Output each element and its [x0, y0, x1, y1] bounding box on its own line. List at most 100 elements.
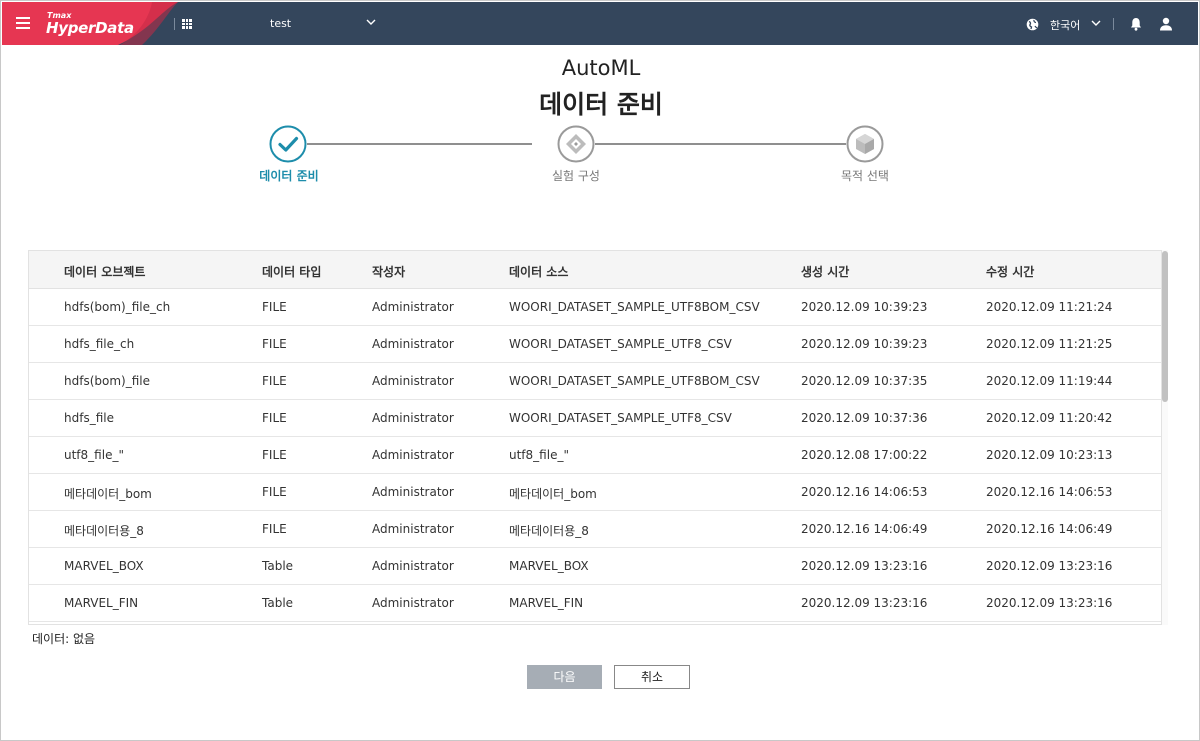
chevron-down-icon[interactable] — [366, 18, 376, 26]
cell-author: Administrator — [372, 374, 454, 388]
cell-type: FILE — [262, 448, 287, 462]
cell-object: hdfs(bom)_file — [64, 374, 150, 388]
cell-source: 메타데이터용_8 — [509, 524, 589, 538]
cancel-button[interactable]: 취소 — [614, 665, 690, 689]
top-navigation-bar: Tmax HyperData test 한국어 — [2, 2, 1198, 45]
cell-created: 2020.12.09 13:23:16 — [801, 559, 928, 573]
project-selector-label[interactable]: test — [270, 17, 291, 30]
bell-icon[interactable] — [1130, 17, 1142, 31]
step-3-label: 목적 선택 — [841, 169, 889, 183]
cell-author: Administrator — [372, 411, 454, 425]
cell-source: WOORI_DATASET_SAMPLE_UTF8BOM_CSV — [509, 374, 760, 388]
table-row[interactable]: 메타데이터용_8 FILE Administrator 메타데이터용_8 202… — [29, 511, 1161, 548]
cell-type: FILE — [262, 522, 287, 536]
table-row[interactable]: 메타데이터_bom FILE Administrator 메타데이터_bom 2… — [29, 474, 1161, 511]
step-connector — [595, 143, 847, 145]
diamond-icon — [557, 125, 595, 163]
cell-object: 메타데이터_bom — [64, 487, 152, 501]
cell-created: 2020.12.09 13:23:16 — [801, 596, 928, 610]
cell-created: 2020.12.09 10:39:23 — [801, 337, 928, 351]
cell-source: WOORI_DATASET_SAMPLE_UTF8_CSV — [509, 337, 732, 351]
step-1-indicator — [269, 125, 307, 163]
cell-source: utf8_file_" — [509, 448, 569, 462]
cell-source: 메타데이터_bom — [509, 487, 597, 501]
cell-source: WOORI_DATASET_SAMPLE_UTF8BOM_CSV — [509, 300, 760, 314]
cell-modified: 2020.12.09 13:23:16 — [986, 596, 1113, 610]
cell-author: Administrator — [372, 300, 454, 314]
data-object-table: 데이터 오브젝트 데이터 타입 작성자 데이터 소스 생성 시간 수정 시간 h… — [28, 250, 1162, 625]
step-2-indicator — [557, 125, 595, 163]
table-body: hdfs(bom)_file_ch FILE Administrator WOO… — [29, 289, 1161, 622]
column-header-created[interactable]: 생성 시간 — [801, 263, 849, 280]
topbar-divider — [1113, 18, 1114, 30]
cell-modified: 2020.12.09 10:23:13 — [986, 448, 1113, 462]
language-selector-label[interactable]: 한국어 — [1050, 17, 1080, 33]
apps-grid-icon[interactable] — [182, 19, 192, 29]
table-header: 데이터 오브젝트 데이터 타입 작성자 데이터 소스 생성 시간 수정 시간 — [29, 251, 1161, 289]
page-title: 데이터 준비 — [539, 90, 663, 119]
cell-object: hdfs(bom)_file_ch — [64, 300, 171, 314]
cube-icon — [846, 125, 884, 163]
cell-type: FILE — [262, 337, 287, 351]
cell-author: Administrator — [372, 337, 454, 351]
table-row[interactable]: hdfs_file FILE Administrator WOORI_DATAS… — [29, 400, 1161, 437]
cell-object: MARVEL_FIN — [64, 596, 139, 610]
chevron-down-icon[interactable] — [1091, 19, 1101, 27]
cell-type: Table — [262, 596, 294, 610]
cell-created: 2020.12.16 14:06:49 — [801, 522, 928, 536]
column-header-source[interactable]: 데이터 소스 — [509, 263, 568, 280]
cell-object: hdfs_file_ch — [64, 337, 135, 351]
cell-created: 2020.12.09 10:39:23 — [801, 300, 928, 314]
table-row[interactable]: hdfs(bom)_file_ch FILE Administrator WOO… — [29, 289, 1161, 326]
hamburger-menu-icon[interactable] — [16, 17, 30, 29]
user-icon[interactable] — [1159, 17, 1173, 31]
app-window: Tmax HyperData test 한국어 AutoML 데이터 준비 데이… — [0, 0, 1200, 741]
brand-area: Tmax HyperData — [2, 2, 178, 45]
column-header-modified[interactable]: 수정 시간 — [986, 263, 1034, 280]
globe-icon[interactable] — [1026, 18, 1039, 31]
cell-object: hdfs_file — [64, 411, 114, 425]
column-header-object[interactable]: 데이터 오브젝트 — [64, 263, 145, 280]
cell-author: Administrator — [372, 596, 454, 610]
cell-modified: 2020.12.16 14:06:49 — [986, 522, 1113, 536]
cell-source: MARVEL_BOX — [509, 559, 589, 573]
table-scrollbar-thumb[interactable] — [1162, 251, 1168, 402]
cell-created: 2020.12.09 10:37:36 — [801, 411, 928, 425]
cell-author: Administrator — [372, 485, 454, 499]
step-2-label: 실험 구성 — [552, 169, 600, 183]
step-3-indicator — [846, 125, 884, 163]
table-row[interactable]: hdfs(bom)_file FILE Administrator WOORI_… — [29, 363, 1161, 400]
logo-product-text[interactable]: HyperData — [46, 19, 134, 37]
cell-author: Administrator — [372, 448, 454, 462]
cell-modified: 2020.12.09 11:19:44 — [986, 374, 1113, 388]
cell-modified: 2020.12.16 14:06:53 — [986, 485, 1113, 499]
check-icon — [269, 125, 307, 163]
cell-type: FILE — [262, 411, 287, 425]
cell-object: 메타데이터용_8 — [64, 524, 144, 538]
cell-modified: 2020.12.09 13:23:16 — [986, 559, 1113, 573]
topbar-divider — [174, 18, 175, 30]
cell-modified: 2020.12.09 11:20:42 — [986, 411, 1113, 425]
table-row[interactable]: utf8_file_" FILE Administrator utf8_file… — [29, 437, 1161, 474]
cell-type: FILE — [262, 485, 287, 499]
cell-object: utf8_file_" — [64, 448, 124, 462]
cell-type: Table — [262, 559, 294, 573]
cell-created: 2020.12.16 14:06:53 — [801, 485, 928, 499]
step-connector — [307, 143, 532, 145]
table-row[interactable]: MARVEL_BOX Table Administrator MARVEL_BO… — [29, 548, 1161, 585]
cell-object: MARVEL_BOX — [64, 559, 144, 573]
selected-data-status: 데이터: 없음 — [32, 632, 96, 646]
cell-source: MARVEL_FIN — [509, 596, 584, 610]
cell-source: WOORI_DATASET_SAMPLE_UTF8_CSV — [509, 411, 732, 425]
cell-type: FILE — [262, 374, 287, 388]
cell-author: Administrator — [372, 559, 454, 573]
step-1-label: 데이터 준비 — [259, 169, 319, 183]
table-row[interactable]: hdfs_file_ch FILE Administrator WOORI_DA… — [29, 326, 1161, 363]
cell-modified: 2020.12.09 11:21:25 — [986, 337, 1113, 351]
column-header-author[interactable]: 작성자 — [372, 263, 405, 280]
column-header-type[interactable]: 데이터 타입 — [262, 263, 321, 280]
cell-type: FILE — [262, 300, 287, 314]
next-button[interactable]: 다음 — [527, 665, 602, 689]
table-row[interactable]: MARVEL_FIN Table Administrator MARVEL_FI… — [29, 585, 1161, 622]
cell-created: 2020.12.08 17:00:22 — [801, 448, 928, 462]
